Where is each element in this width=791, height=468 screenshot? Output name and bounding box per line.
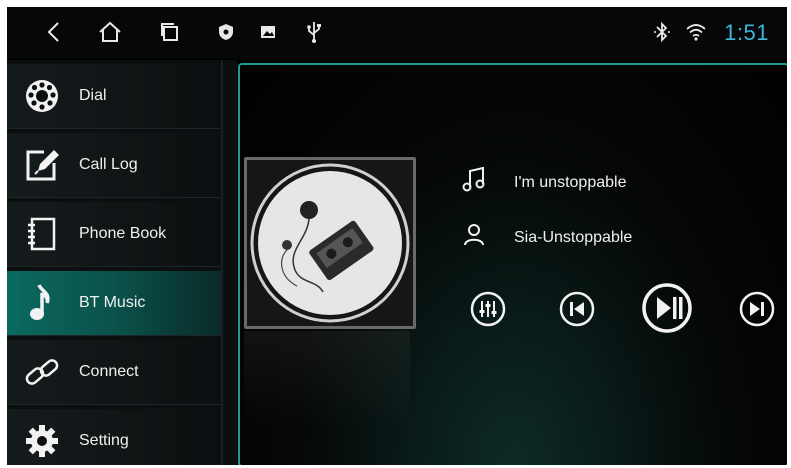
sidebar-item-connect[interactable]: Connect bbox=[7, 340, 221, 405]
previous-icon bbox=[559, 291, 595, 327]
status-bar: 1:51 bbox=[7, 7, 787, 59]
music-player-panel: I'm unstoppable Sia-Unstoppable bbox=[238, 63, 787, 465]
sidebar-item-label: Connect bbox=[79, 363, 139, 380]
call-log-icon bbox=[23, 146, 61, 184]
image-icon bbox=[253, 17, 283, 47]
next-icon bbox=[739, 291, 775, 327]
artist-row: Sia-Unstoppable bbox=[462, 223, 632, 252]
sidebar-item-label: Phone Book bbox=[79, 225, 167, 242]
recent-apps-icon[interactable] bbox=[155, 17, 185, 47]
sidebar-item-call-log[interactable]: Call Log bbox=[7, 133, 221, 198]
gear-icon bbox=[23, 422, 61, 460]
sidebar: Dial Call Log Phone Book BT Music Connec… bbox=[7, 60, 237, 465]
music-note-icon bbox=[23, 284, 61, 322]
sidebar-item-phone-book[interactable]: Phone Book bbox=[7, 202, 221, 267]
sidebar-item-setting[interactable]: Setting bbox=[7, 409, 221, 465]
sidebar-item-dial[interactable]: Dial bbox=[7, 64, 221, 129]
album-art bbox=[244, 157, 416, 329]
link-icon bbox=[23, 353, 61, 391]
sidebar-item-label: Dial bbox=[79, 87, 107, 104]
phone-book-icon bbox=[23, 215, 61, 253]
wifi-icon bbox=[681, 17, 711, 47]
play-pause-icon bbox=[642, 283, 692, 333]
shield-icon bbox=[211, 17, 241, 47]
sidebar-item-label: BT Music bbox=[79, 294, 146, 311]
home-icon[interactable] bbox=[95, 17, 125, 47]
back-icon[interactable] bbox=[39, 17, 69, 47]
sidebar-item-bt-music[interactable]: BT Music bbox=[7, 271, 221, 336]
sidebar-item-label: Setting bbox=[79, 432, 129, 449]
music-note-icon bbox=[462, 166, 486, 198]
bluetooth-icon bbox=[647, 17, 677, 47]
song-title: I'm unstoppable bbox=[514, 173, 627, 191]
artist-name: Sia-Unstoppable bbox=[514, 228, 633, 246]
car-screen: 1:51 Dial Call Log Phone Book BT Music C… bbox=[7, 7, 787, 465]
usb-icon bbox=[299, 17, 329, 47]
play-pause-button[interactable] bbox=[638, 279, 696, 337]
equalizer-button[interactable] bbox=[468, 289, 508, 329]
dial-icon bbox=[23, 77, 61, 115]
previous-button[interactable] bbox=[557, 289, 597, 329]
person-icon bbox=[462, 223, 486, 252]
sidebar-item-label: Call Log bbox=[79, 156, 138, 173]
status-clock: 1:51 bbox=[724, 20, 769, 45]
sidebar-divider bbox=[221, 60, 223, 465]
next-button[interactable] bbox=[737, 289, 777, 329]
song-title-row: I'm unstoppable bbox=[462, 166, 627, 198]
album-reflection bbox=[244, 331, 410, 451]
equalizer-icon bbox=[470, 291, 506, 327]
